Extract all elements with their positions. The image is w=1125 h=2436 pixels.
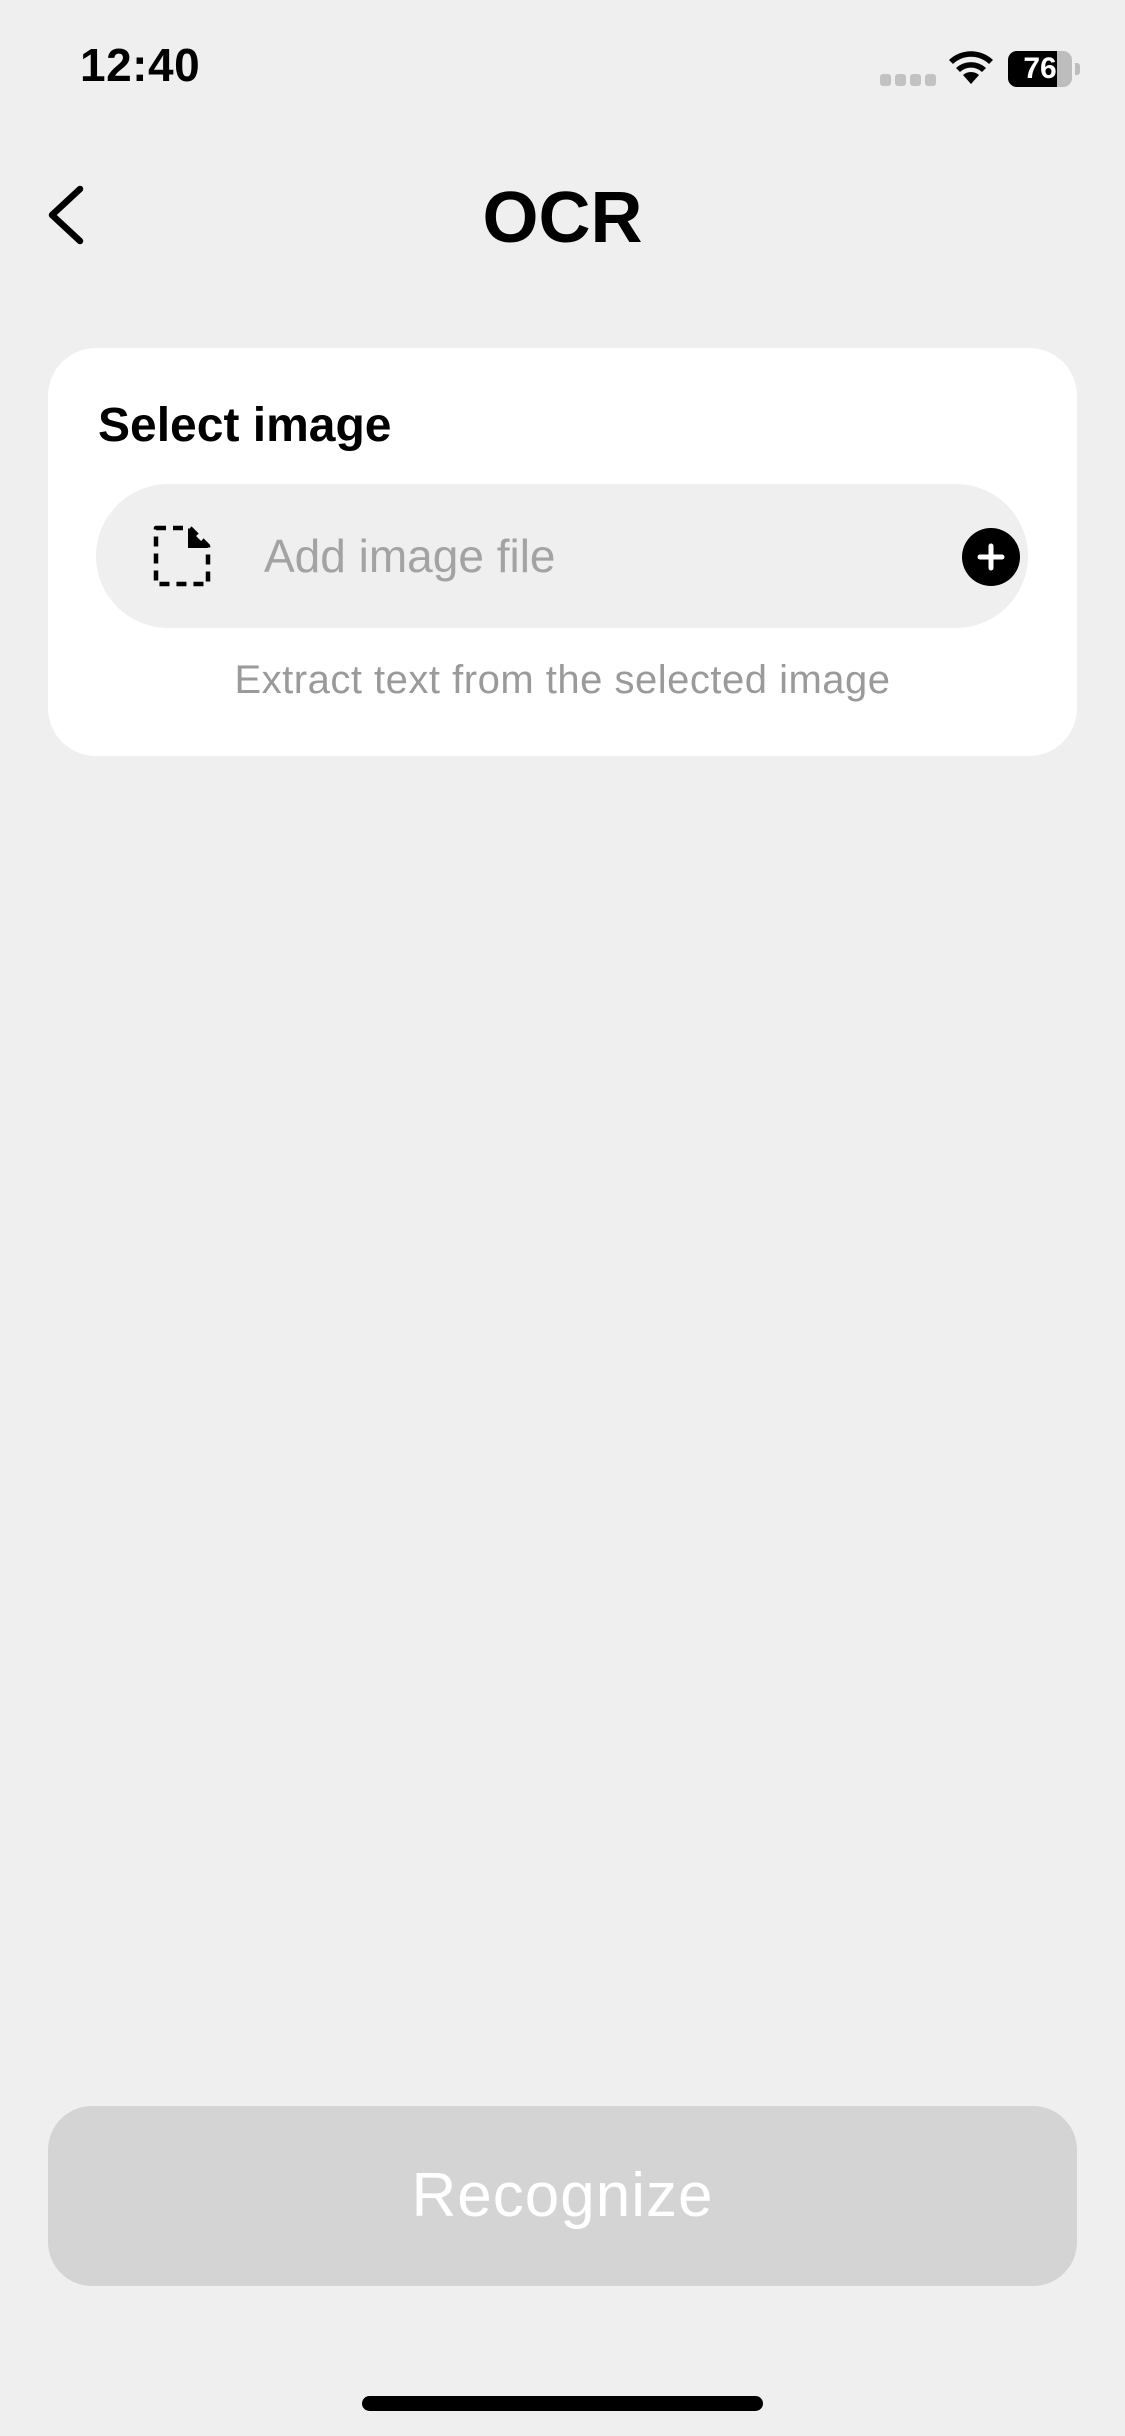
plus-icon bbox=[977, 543, 1005, 571]
file-input-placeholder: Add image file bbox=[264, 530, 556, 582]
status-bar: 12:40 76 bbox=[0, 0, 1125, 132]
battery-level: 76 bbox=[1023, 52, 1057, 85]
battery-icon: 76 bbox=[1008, 51, 1080, 87]
nav-header: OCR bbox=[0, 150, 1125, 280]
status-time: 12:40 bbox=[80, 39, 201, 91]
recognize-button[interactable]: Recognize bbox=[48, 2106, 1077, 2286]
card-title: Select image bbox=[98, 399, 392, 452]
dashed-file-icon bbox=[153, 525, 211, 587]
add-image-button[interactable] bbox=[962, 528, 1020, 586]
wifi-icon bbox=[949, 51, 993, 84]
home-indicator bbox=[362, 2396, 763, 2411]
signal-icon bbox=[880, 74, 936, 86]
page-title: OCR bbox=[482, 178, 643, 258]
add-image-file-input[interactable]: Add image file bbox=[96, 484, 1028, 628]
select-image-card: Select image Add image file Extract text… bbox=[48, 348, 1077, 756]
card-hint: Extract text from the selected image bbox=[234, 658, 891, 702]
